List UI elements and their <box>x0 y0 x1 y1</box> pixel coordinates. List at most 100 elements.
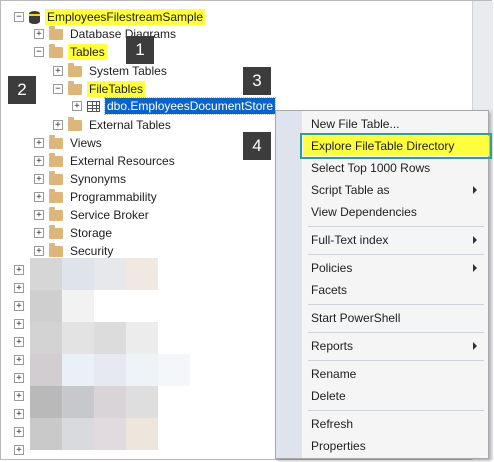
tree-node-service-broker[interactable]: + Service Broker <box>34 206 151 224</box>
expand-toggle[interactable]: + <box>14 373 24 383</box>
menu-item-reports[interactable]: Reports <box>303 336 489 356</box>
tree-node-label: External Tables <box>89 118 171 132</box>
expand-toggle[interactable]: + <box>34 228 44 238</box>
tree-node-database[interactable]: − EmployeesFilestreamSample <box>14 8 206 26</box>
expand-toggle[interactable]: + <box>53 66 63 76</box>
expand-toggle[interactable]: + <box>14 337 24 347</box>
expand-toggle[interactable]: + <box>14 283 24 293</box>
tree-node-obscured[interactable]: + <box>14 333 24 351</box>
expand-toggle[interactable]: + <box>34 246 44 256</box>
menu-item-policies[interactable]: Policies <box>303 258 489 278</box>
tree-node-obscured[interactable]: + <box>14 405 24 423</box>
expand-toggle[interactable]: + <box>72 101 82 111</box>
expand-toggle[interactable]: + <box>14 265 24 275</box>
tree-node-synonyms[interactable]: + Synonyms <box>34 170 128 188</box>
tree-node-external-resources[interactable]: + External Resources <box>34 152 177 170</box>
submenu-arrow-icon <box>473 186 477 194</box>
tree-node-label: Security <box>70 244 114 258</box>
folder-icon <box>49 152 63 167</box>
menu-separator <box>308 410 484 411</box>
menu-item-start-powershell[interactable]: Start PowerShell <box>303 308 489 328</box>
expand-toggle[interactable]: + <box>34 192 44 202</box>
expand-toggle[interactable]: + <box>14 427 24 437</box>
expand-toggle[interactable]: + <box>14 445 24 455</box>
menu-item-select-top-1000-rows[interactable]: Select Top 1000 Rows <box>303 158 489 178</box>
menu-item-delete[interactable]: Delete <box>303 386 489 406</box>
tree-node-label: Database Diagrams <box>70 27 177 41</box>
database-name: EmployeesFilestreamSample <box>45 9 206 25</box>
expand-toggle[interactable]: + <box>14 319 24 329</box>
tree-node-database-diagrams[interactable]: + Database Diagrams <box>34 25 178 43</box>
tree-node-views[interactable]: + Views <box>34 134 104 152</box>
menu-item-label: View Dependencies <box>311 205 417 219</box>
folder-icon <box>49 170 63 185</box>
tree-node-obscured[interactable]: + <box>14 297 24 315</box>
tree-node-label: Views <box>70 136 102 150</box>
collapse-toggle[interactable]: − <box>53 84 63 94</box>
expand-toggle[interactable]: + <box>34 138 44 148</box>
tree-node-tables[interactable]: − Tables <box>34 43 107 61</box>
tree-node-obscured[interactable]: + <box>14 279 24 297</box>
database-icon <box>29 10 40 24</box>
context-menu: New File Table... Explore FileTable Dire… <box>275 110 492 459</box>
collapse-toggle[interactable]: − <box>34 47 44 57</box>
menu-item-label: Facets <box>311 283 348 297</box>
tree-node-obscured[interactable]: + <box>14 351 24 369</box>
menu-separator <box>308 226 484 227</box>
menu-separator <box>308 332 484 333</box>
step-badge-3: 3 <box>243 67 271 95</box>
menu-item-label: Start PowerShell <box>311 311 401 325</box>
folder-icon <box>49 188 63 203</box>
expand-toggle[interactable]: + <box>14 409 24 419</box>
menu-item-label: Select Top 1000 Rows <box>311 161 431 175</box>
menu-item-new-file-table[interactable]: New File Table... <box>303 114 489 134</box>
menu-item-view-dependencies[interactable]: View Dependencies <box>303 202 489 222</box>
tree-node-system-tables[interactable]: + System Tables <box>53 62 169 80</box>
tree-node-employees-document-store[interactable]: + dbo.EmployeesDocumentStore <box>72 97 277 115</box>
menu-item-label: Rename <box>311 367 357 381</box>
expand-toggle[interactable]: + <box>34 174 44 184</box>
menu-item-rename[interactable]: Rename <box>303 364 489 384</box>
tree-node-obscured[interactable]: + <box>14 315 24 333</box>
menu-item-explore-filetable-directory[interactable]: Explore FileTable Directory <box>300 133 492 159</box>
menu-item-label: Explore FileTable Directory <box>311 139 455 153</box>
tree-node-storage[interactable]: + Storage <box>34 224 114 242</box>
tree-node-programmability[interactable]: + Programmability <box>34 188 159 206</box>
expand-toggle[interactable]: + <box>53 120 63 130</box>
tree-node-obscured[interactable]: + <box>14 423 24 441</box>
menu-item-label: Full-Text index <box>311 233 389 247</box>
collapse-toggle[interactable]: − <box>14 12 24 22</box>
menu-item-label: Policies <box>311 261 353 275</box>
tree-node-obscured[interactable]: + <box>14 387 24 405</box>
step-badge-1: 1 <box>126 36 154 64</box>
expand-toggle[interactable]: + <box>14 355 24 365</box>
menu-separator <box>308 304 484 305</box>
menu-item-properties[interactable]: Properties <box>303 436 489 456</box>
tree-node-external-tables[interactable]: + External Tables <box>53 116 173 134</box>
menu-item-full-text-index[interactable]: Full-Text index <box>303 230 489 250</box>
submenu-arrow-icon <box>473 236 477 244</box>
expand-toggle[interactable]: + <box>34 29 44 39</box>
expand-toggle[interactable]: + <box>34 156 44 166</box>
tree-node-obscured[interactable]: + <box>14 261 24 279</box>
submenu-arrow-icon <box>473 342 477 350</box>
expand-toggle[interactable]: + <box>14 391 24 401</box>
tree-node-filetables[interactable]: − FileTables <box>53 80 146 98</box>
menu-item-label: Script Table as <box>311 183 390 197</box>
table-icon <box>87 100 100 112</box>
folder-icon <box>49 242 63 257</box>
expand-toggle[interactable]: + <box>14 301 24 311</box>
tree-node-obscured[interactable]: + <box>14 369 24 387</box>
menu-item-label: Delete <box>311 389 346 403</box>
menu-item-script-table-as[interactable]: Script Table as <box>303 180 489 200</box>
menu-item-facets[interactable]: Facets <box>303 280 489 300</box>
folder-icon <box>49 25 63 40</box>
expand-toggle[interactable]: + <box>34 210 44 220</box>
tree-node-label: Service Broker <box>70 208 149 222</box>
folder-icon <box>49 134 63 149</box>
folder-icon <box>68 116 82 131</box>
tree-node-label: System Tables <box>89 64 167 78</box>
tree-node-obscured[interactable]: + <box>14 441 24 459</box>
menu-item-refresh[interactable]: Refresh <box>303 414 489 434</box>
tree-node-label: Tables <box>68 44 107 60</box>
